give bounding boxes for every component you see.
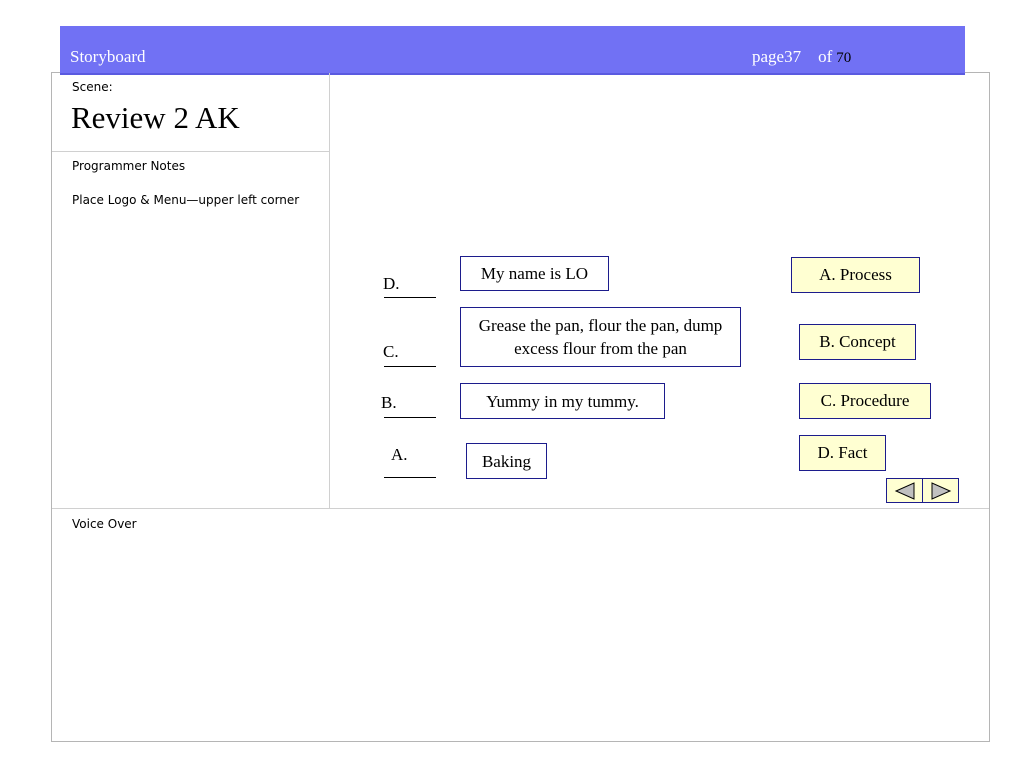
example-box-2: Grease the pan, flour the pan, dump exce… [460,307,741,367]
choice-process: A. Process [791,257,920,293]
answer-letter-2: C. [383,342,399,361]
total-pages: 70 [836,50,852,66]
page-number: page37 [752,47,802,66]
example-box-1: My name is LO [460,256,609,291]
voice-over-label: Voice Over [72,517,137,531]
programmer-notes-text: Place Logo & Menu—upper left corner [72,193,300,207]
choice-concept: B. Concept [799,324,916,360]
answer-letter-3: B. [381,393,397,412]
triangle-left-icon [894,481,914,500]
answer-blank-1 [384,297,436,298]
answer-blank-2 [384,366,436,367]
choice-procedure: C. Procedure [799,383,931,419]
triangle-right-icon [931,481,951,500]
choice-fact: D. Fact [799,435,886,471]
page-indicator: page37 of 70 [752,47,851,67]
scene-divider [52,151,329,152]
previous-button[interactable] [887,479,922,502]
scene-label: Scene: [72,80,113,94]
voice-over-divider [52,508,989,509]
example-box-4: Baking [466,443,547,479]
navigation-arrows [886,478,959,503]
next-button[interactable] [922,479,958,502]
scene-title: Review 2 AK [71,100,240,135]
answer-letter-4: A. [391,445,408,464]
column-divider [329,73,330,508]
of-label: of [818,47,833,66]
answer-blank-3 [384,417,436,418]
header-title: Storyboard [70,47,146,66]
programmer-notes-label: Programmer Notes [72,159,186,173]
example-box-3: Yummy in my tummy. [460,383,665,419]
answer-letter-1: D. [383,274,400,293]
answer-blank-4 [384,477,436,478]
